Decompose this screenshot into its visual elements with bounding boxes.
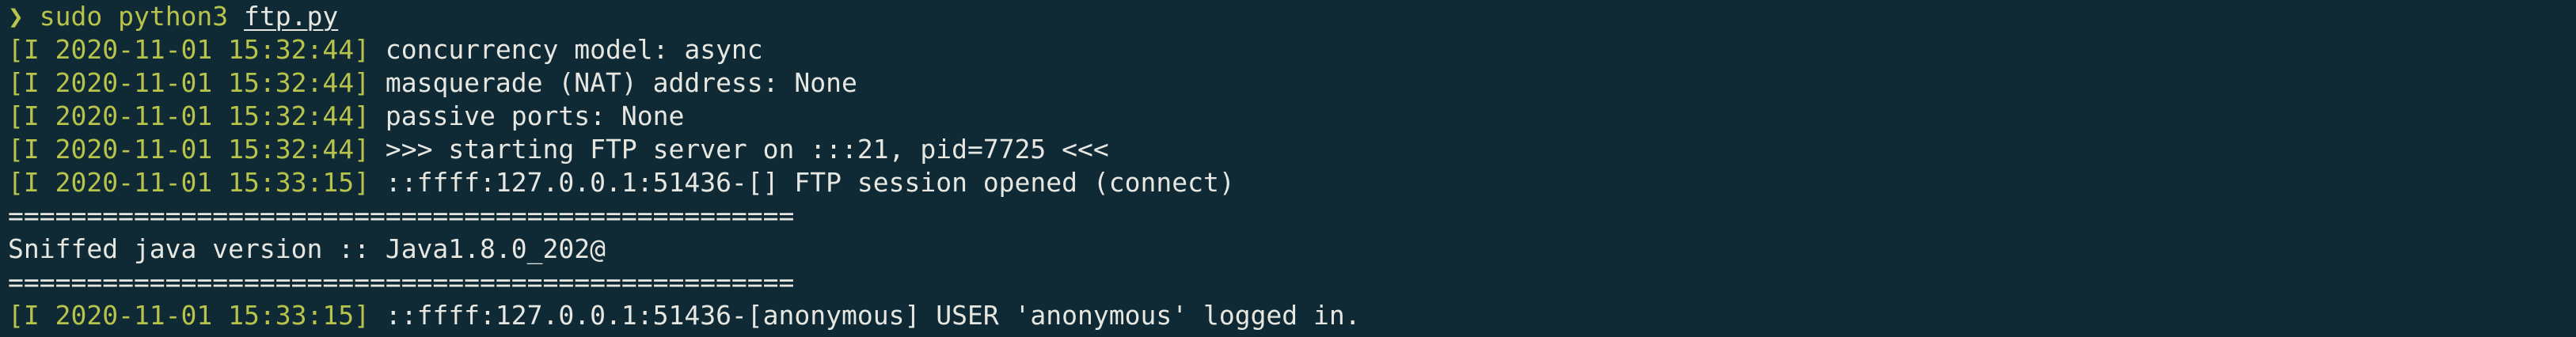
command-text: sudo python3	[39, 1, 229, 32]
output-line: Sniffed java version :: Java1.8.0_202@	[8, 233, 2576, 266]
command-argument: ftp.py	[244, 1, 339, 32]
sniffed-version-text: Sniffed java version :: Java1.8.0_202@	[8, 233, 606, 264]
log-line: [I 2020-11-01 15:32:44] passive ports: N…	[8, 100, 2576, 133]
log-line: [I 2020-11-01 15:32:44] concurrency mode…	[8, 33, 2576, 66]
log-message: ::ffff:127.0.0.1:51436-[anonymous] USER …	[385, 300, 1361, 331]
separator-line: ========================================…	[8, 266, 2576, 299]
log-message: concurrency model: async	[385, 34, 763, 65]
log-line: [I 2020-11-01 15:33:15] ::ffff:127.0.0.1…	[8, 299, 2576, 332]
log-timestamp: [I 2020-11-01 15:33:15]	[8, 167, 370, 198]
log-timestamp: [I 2020-11-01 15:33:15]	[8, 300, 370, 331]
log-message: passive ports: None	[385, 100, 685, 131]
log-timestamp: [I 2020-11-01 15:32:44]	[8, 34, 370, 65]
log-message: >>> starting FTP server on :::21, pid=77…	[385, 134, 1109, 165]
prompt-chevron-icon: ❯	[8, 1, 24, 32]
separator-text: ========================================…	[8, 200, 795, 231]
separator-line: ========================================…	[8, 199, 2576, 233]
log-message: ::ffff:127.0.0.1:51436-[] FTP session op…	[385, 167, 1235, 198]
log-message: masquerade (NAT) address: None	[385, 67, 857, 98]
log-timestamp: [I 2020-11-01 15:32:44]	[8, 134, 370, 165]
log-line: [I 2020-11-01 15:33:15] ::ffff:127.0.0.1…	[8, 166, 2576, 199]
log-line: [I 2020-11-01 15:32:44] masquerade (NAT)…	[8, 66, 2576, 100]
log-line: [I 2020-11-01 15:32:44] >>> starting FTP…	[8, 133, 2576, 166]
log-timestamp: [I 2020-11-01 15:32:44]	[8, 100, 370, 131]
prompt-line: ❯ sudo python3 ftp.py	[8, 0, 2576, 33]
log-timestamp: [I 2020-11-01 15:32:44]	[8, 67, 370, 98]
terminal-window[interactable]: ❯ sudo python3 ftp.py [I 2020-11-01 15:3…	[0, 0, 2576, 337]
separator-text: ========================================…	[8, 267, 795, 297]
